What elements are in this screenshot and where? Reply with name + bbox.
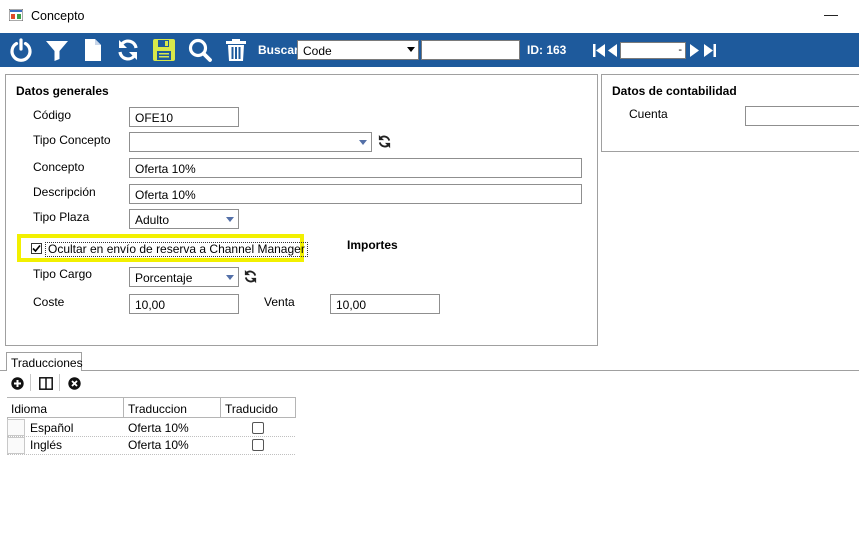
coste-field[interactable]: 10,00 bbox=[129, 294, 239, 314]
venta-field[interactable]: 10,00 bbox=[330, 294, 440, 314]
chevron-down-icon bbox=[226, 275, 234, 280]
column-header-label: Traduccion bbox=[128, 402, 187, 416]
delete-icon[interactable] bbox=[223, 37, 249, 63]
traducido-checkbox[interactable] bbox=[252, 439, 264, 451]
tipo-cargo-select[interactable]: Porcentaje bbox=[129, 267, 239, 287]
last-record-icon[interactable] bbox=[704, 44, 716, 60]
search-icon[interactable] bbox=[187, 37, 213, 63]
column-header-label: Idioma bbox=[11, 402, 48, 416]
toolbar-separator bbox=[30, 374, 31, 391]
tipo-cargo-label: Tipo Cargo bbox=[33, 267, 92, 281]
descripcion-value: Oferta 10% bbox=[135, 188, 196, 202]
table-row-idioma[interactable]: Inglés bbox=[30, 438, 62, 452]
column-header-traduccion[interactable]: Traduccion bbox=[124, 398, 221, 418]
venta-label: Venta bbox=[264, 295, 295, 309]
title-bar: Concepto — bbox=[0, 0, 859, 32]
first-record-icon[interactable] bbox=[593, 44, 605, 60]
tab-traducciones[interactable]: Traducciones bbox=[6, 352, 83, 371]
filter-icon[interactable] bbox=[44, 37, 70, 63]
traducido-checkbox[interactable] bbox=[252, 422, 264, 434]
chevron-down-icon bbox=[226, 217, 234, 222]
minimize-button[interactable]: — bbox=[824, 6, 838, 22]
ocultar-checkbox[interactable] bbox=[31, 243, 42, 254]
search-field-select[interactable]: Code bbox=[297, 40, 419, 60]
tipo-plaza-label: Tipo Plaza bbox=[33, 210, 90, 224]
tab-traducciones-label: Traducciones bbox=[11, 356, 83, 370]
tipo-concepto-label: Tipo Concepto bbox=[33, 133, 111, 147]
row-header[interactable] bbox=[7, 419, 25, 436]
venta-value: 10,00 bbox=[336, 298, 367, 312]
column-header-traducido[interactable]: Traducido bbox=[221, 398, 296, 418]
app-icon bbox=[8, 8, 24, 22]
cuenta-label: Cuenta bbox=[629, 107, 668, 121]
tipo-cargo-value: Porcentaje bbox=[135, 271, 193, 285]
table-row-idioma[interactable]: Español bbox=[30, 421, 73, 435]
ocultar-label[interactable]: Ocultar en envío de reserva a Channel Ma… bbox=[45, 242, 308, 257]
cuenta-field[interactable] bbox=[745, 106, 859, 126]
record-position-value: - bbox=[678, 44, 682, 56]
chevron-down-icon bbox=[407, 47, 415, 52]
refresh-icon[interactable] bbox=[243, 269, 259, 285]
table-row-traduccion[interactable]: Oferta 10% bbox=[128, 421, 189, 435]
coste-label: Coste bbox=[33, 295, 65, 309]
coste-value: 10,00 bbox=[135, 298, 166, 312]
add-icon[interactable] bbox=[11, 377, 24, 393]
chevron-down-icon bbox=[359, 140, 367, 145]
buscar-label: Buscar bbox=[258, 43, 299, 57]
codigo-field[interactable]: OFE10 bbox=[129, 107, 239, 127]
tipo-plaza-select[interactable]: Adulto bbox=[129, 209, 239, 229]
record-id-label: ID: 163 bbox=[527, 43, 567, 57]
descripcion-label: Descripción bbox=[33, 185, 96, 199]
next-record-icon[interactable] bbox=[690, 44, 700, 60]
new-document-icon[interactable] bbox=[80, 37, 106, 63]
datos-generales-header: Datos generales bbox=[16, 84, 109, 98]
columns-icon[interactable] bbox=[39, 377, 53, 393]
refresh-icon[interactable] bbox=[377, 134, 393, 150]
concepto-value: Oferta 10% bbox=[135, 162, 196, 176]
table-row-traduccion[interactable]: Oferta 10% bbox=[128, 438, 189, 452]
codigo-value: OFE10 bbox=[135, 111, 174, 125]
tipo-concepto-select[interactable] bbox=[129, 132, 372, 152]
column-header-idioma[interactable]: Idioma bbox=[7, 398, 124, 418]
search-input[interactable] bbox=[421, 40, 520, 60]
power-icon[interactable] bbox=[8, 37, 34, 63]
remove-icon[interactable] bbox=[68, 377, 81, 393]
save-icon[interactable] bbox=[151, 37, 177, 63]
row-divider bbox=[7, 454, 295, 455]
refresh-icon[interactable] bbox=[115, 37, 141, 63]
toolbar-separator bbox=[59, 374, 60, 391]
previous-record-icon[interactable] bbox=[607, 44, 617, 60]
search-field-value: Code bbox=[303, 44, 332, 58]
contabilidad-header: Datos de contabilidad bbox=[612, 84, 737, 98]
concepto-label: Concepto bbox=[33, 160, 85, 174]
importes-header: Importes bbox=[347, 238, 398, 252]
row-divider bbox=[7, 436, 295, 437]
concepto-field[interactable]: Oferta 10% bbox=[129, 158, 582, 178]
window-title: Concepto bbox=[31, 9, 85, 23]
datos-generales-panel bbox=[5, 74, 598, 346]
record-position-box[interactable]: - bbox=[620, 42, 686, 59]
codigo-label: Código bbox=[33, 108, 72, 122]
toolbar: Buscar Code ID: 163 - bbox=[0, 33, 859, 67]
descripcion-field[interactable]: Oferta 10% bbox=[129, 184, 582, 204]
tipo-plaza-value: Adulto bbox=[135, 213, 170, 227]
column-header-label: Traducido bbox=[225, 402, 278, 416]
row-header[interactable] bbox=[7, 437, 25, 454]
